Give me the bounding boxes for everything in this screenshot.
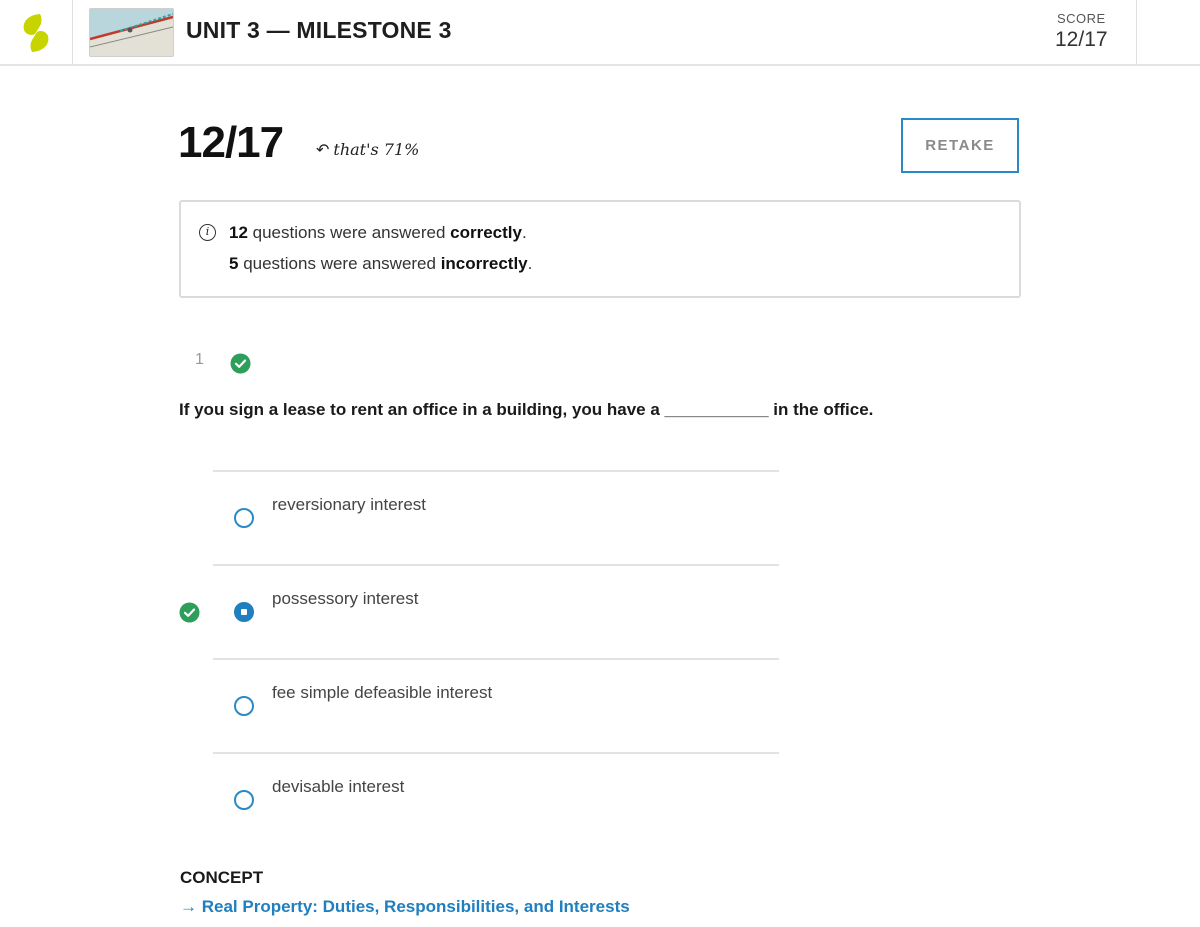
answer-options: reversionary interest possessory interes… [179, 470, 779, 846]
answer-option-selected[interactable]: possessory interest [179, 564, 779, 658]
incorrect-word: incorrectly [440, 254, 528, 273]
incorrect-summary: 5 questions were answered incorrectly. [229, 254, 532, 274]
top-bar: UNIT 3 — MILESTONE 3 SCORE 12/17 [0, 0, 1200, 66]
results-info-box: i 12 questions were answered correctly. … [179, 200, 1021, 298]
answer-option-label: reversionary interest [272, 495, 427, 514]
curved-arrow-icon: ↶ [316, 140, 330, 159]
check-circle-icon [179, 602, 200, 623]
arrow-right-icon: → [180, 897, 197, 916]
answer-option[interactable]: reversionary interest [213, 470, 779, 564]
answer-option[interactable]: fee simple defeasible interest [213, 658, 779, 752]
period: . [527, 254, 533, 273]
info-icon: i [199, 224, 216, 241]
correct-summary-text: questions were answered [247, 223, 451, 242]
correct-word: correctly [450, 223, 522, 242]
incorrect-summary-text: questions were answered [238, 254, 441, 273]
score-label: SCORE [1057, 11, 1106, 26]
percent-note: ↶ that's 71% [316, 140, 419, 159]
header-divider-right [1136, 0, 1137, 64]
header-divider [72, 0, 73, 64]
percent-text: that's 71% [333, 140, 420, 159]
question-number: 1 [195, 351, 204, 368]
logo-icon[interactable] [18, 12, 54, 54]
question-text: If you sign a lease to rent an office in… [179, 400, 874, 419]
concept-link-text: Real Property: Duties, Responsibilities,… [201, 897, 630, 916]
answer-option-label: possessory interest [272, 589, 419, 608]
unit-thumbnail [89, 8, 174, 57]
score-value: 12/17 [1055, 28, 1108, 51]
concept-label: CONCEPT [180, 868, 264, 887]
radio-icon[interactable] [234, 696, 254, 716]
result-score: 12/17 [178, 118, 284, 167]
concept-link[interactable]: → Real Property: Duties, Responsibilitie… [180, 897, 630, 917]
radio-selected-icon[interactable] [234, 602, 254, 622]
correct-count: 12 [229, 223, 248, 242]
check-circle-icon [230, 353, 251, 374]
answer-option-label: devisable interest [272, 777, 405, 796]
radio-icon[interactable] [234, 508, 254, 528]
period: . [521, 223, 527, 242]
correct-summary: 12 questions were answered correctly. [229, 223, 527, 243]
unit-title: UNIT 3 — MILESTONE 3 [186, 17, 452, 43]
answer-option-label: fee simple defeasible interest [272, 683, 493, 702]
retake-button[interactable]: RETAKE [901, 118, 1019, 173]
answer-option[interactable]: devisable interest [213, 752, 779, 846]
radio-icon[interactable] [234, 790, 254, 810]
